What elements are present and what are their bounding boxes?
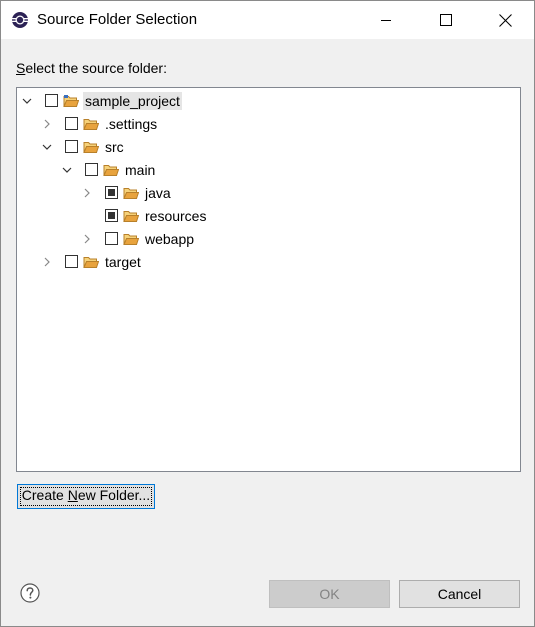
- minimize-button[interactable]: [363, 1, 409, 39]
- tree-item-java[interactable]: java: [17, 182, 520, 205]
- chevron-right-icon[interactable]: [81, 187, 93, 199]
- folder-icon: [83, 119, 99, 130]
- ok-button[interactable]: OK: [269, 580, 390, 608]
- tree-item-sample-project[interactable]: sample_project: [17, 90, 520, 113]
- tree-item-webapp[interactable]: webapp: [17, 228, 520, 251]
- chevron-right-icon[interactable]: [41, 118, 53, 130]
- tree-item-resources[interactable]: resources: [17, 205, 520, 228]
- tree-item-label: webapp: [145, 231, 195, 247]
- create-new-folder-button[interactable]: Create New Folder...: [17, 484, 155, 509]
- tree-item-target[interactable]: target: [17, 251, 520, 274]
- select-source-folder-label: Select the source folder:: [16, 59, 167, 77]
- chevron-right-icon[interactable]: [41, 256, 53, 268]
- project-folder-icon: [63, 95, 79, 107]
- folder-icon: [123, 234, 139, 245]
- tree-item-checkbox[interactable]: [105, 232, 118, 245]
- mnemonic-s: S: [16, 60, 26, 76]
- tree-item-label: java: [145, 185, 171, 201]
- tree-item-src[interactable]: src: [17, 136, 520, 159]
- tree-item-label: .settings: [105, 116, 158, 132]
- chevron-down-icon[interactable]: [21, 95, 33, 107]
- create-label-pre: Create: [21, 487, 68, 503]
- maximize-button[interactable]: [423, 1, 469, 39]
- tree-item-checkbox[interactable]: [105, 209, 118, 222]
- close-button[interactable]: [482, 1, 528, 39]
- folder-icon: [123, 211, 139, 222]
- folder-icon: [123, 188, 139, 199]
- window-title: Source Folder Selection: [37, 11, 198, 28]
- help-icon[interactable]: [20, 583, 40, 603]
- folder-tree[interactable]: sample_project .settings src main java resour…: [16, 87, 521, 472]
- tree-item-checkbox[interactable]: [85, 163, 98, 176]
- title-bar[interactable]: Source Folder Selection: [1, 1, 534, 39]
- tree-item-label: target: [105, 254, 141, 270]
- dialog-window: Source Folder Selection Select the sourc…: [0, 0, 535, 627]
- close-icon: [498, 13, 512, 27]
- tree-item-checkbox[interactable]: [65, 117, 78, 130]
- folder-icon: [83, 257, 99, 268]
- folder-icon: [83, 142, 99, 153]
- chevron-down-icon[interactable]: [41, 141, 53, 153]
- create-label-post: ew Folder...: [77, 487, 151, 503]
- minimize-icon: [381, 20, 391, 21]
- chevron-down-icon[interactable]: [61, 164, 73, 176]
- eclipse-icon: [12, 12, 28, 28]
- tree-item-label: resources: [145, 208, 207, 224]
- tree-item-settings[interactable]: .settings: [17, 113, 520, 136]
- tree-item-label: sample_project: [83, 92, 182, 110]
- tree-item-label: src: [105, 139, 124, 155]
- folder-icon: [103, 165, 119, 176]
- mnemonic-n: N: [67, 487, 78, 503]
- tree-item-checkbox[interactable]: [45, 94, 58, 107]
- tree-item-label: main: [125, 162, 156, 178]
- maximize-icon: [440, 14, 452, 26]
- cancel-button[interactable]: Cancel: [399, 580, 520, 608]
- prompt-text: elect the source folder:: [25, 60, 167, 76]
- tree-item-main[interactable]: main: [17, 159, 520, 182]
- chevron-right-icon[interactable]: [81, 233, 93, 245]
- tree-item-checkbox[interactable]: [65, 140, 78, 153]
- tree-item-checkbox[interactable]: [65, 255, 78, 268]
- tree-item-checkbox[interactable]: [105, 186, 118, 199]
